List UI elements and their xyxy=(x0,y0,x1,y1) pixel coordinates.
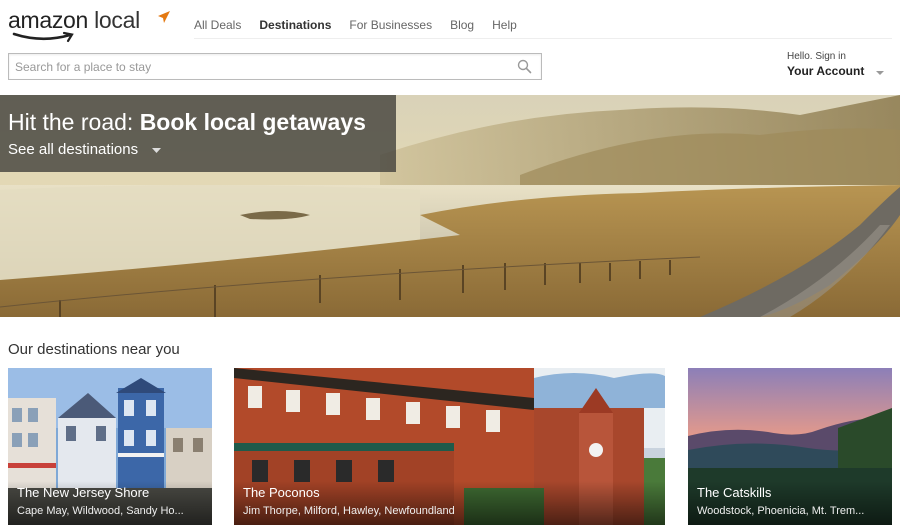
hero-title: Hit the road: Book local getaways xyxy=(8,109,366,135)
card-title: The New Jersey Shore xyxy=(17,485,150,500)
card-title: The Poconos xyxy=(243,485,320,500)
nav-for-businesses[interactable]: For Businesses xyxy=(349,18,432,32)
chevron-down-icon xyxy=(876,71,884,75)
top-navigation: All Deals Destinations For Businesses Bl… xyxy=(194,18,535,32)
chevron-down-icon[interactable] xyxy=(152,148,161,153)
account-menu[interactable]: Hello. Sign in Your Account xyxy=(787,50,897,79)
amazon-local-logo[interactable]: amazon local xyxy=(8,6,170,43)
see-all-destinations-link[interactable]: See all destinations xyxy=(8,141,138,159)
hero-banner[interactable]: Hit the road: Book local getaways See al… xyxy=(0,95,900,317)
nav-blog[interactable]: Blog xyxy=(450,18,474,32)
location-pin-icon xyxy=(158,11,170,23)
card-subtitle: Jim Thorpe, Milford, Hawley, Newfoundlan… xyxy=(243,505,455,517)
logo-word-local: local xyxy=(94,7,140,33)
nav-help[interactable]: Help xyxy=(492,18,517,32)
smile-arrow-icon xyxy=(12,31,74,43)
search-input[interactable] xyxy=(9,54,541,79)
search-icon[interactable] xyxy=(517,59,532,74)
destination-card-catskills[interactable]: The Catskills Woodstock, Phoenicia, Mt. … xyxy=(688,368,892,525)
destination-card-poconos[interactable]: The Poconos Jim Thorpe, Milford, Hawley,… xyxy=(234,368,665,525)
nav-destinations[interactable]: Destinations xyxy=(259,18,331,32)
card-subtitle: Woodstock, Phoenicia, Mt. Trem... xyxy=(697,505,865,517)
site-header: amazon local All Deals Destinations For … xyxy=(0,0,900,95)
nav-divider xyxy=(194,38,892,39)
logo-word-amazon: amazon xyxy=(8,7,89,33)
account-greeting: Hello. Sign in xyxy=(787,51,846,62)
destination-card-new-jersey-shore[interactable]: The New Jersey Shore Cape May, Wildwood,… xyxy=(8,368,212,525)
section-title: Our destinations near you xyxy=(8,341,180,358)
nav-all-deals[interactable]: All Deals xyxy=(194,18,241,32)
search-box xyxy=(8,53,542,80)
card-subtitle: Cape May, Wildwood, Sandy Ho... xyxy=(17,505,184,517)
card-title: The Catskills xyxy=(697,485,772,500)
